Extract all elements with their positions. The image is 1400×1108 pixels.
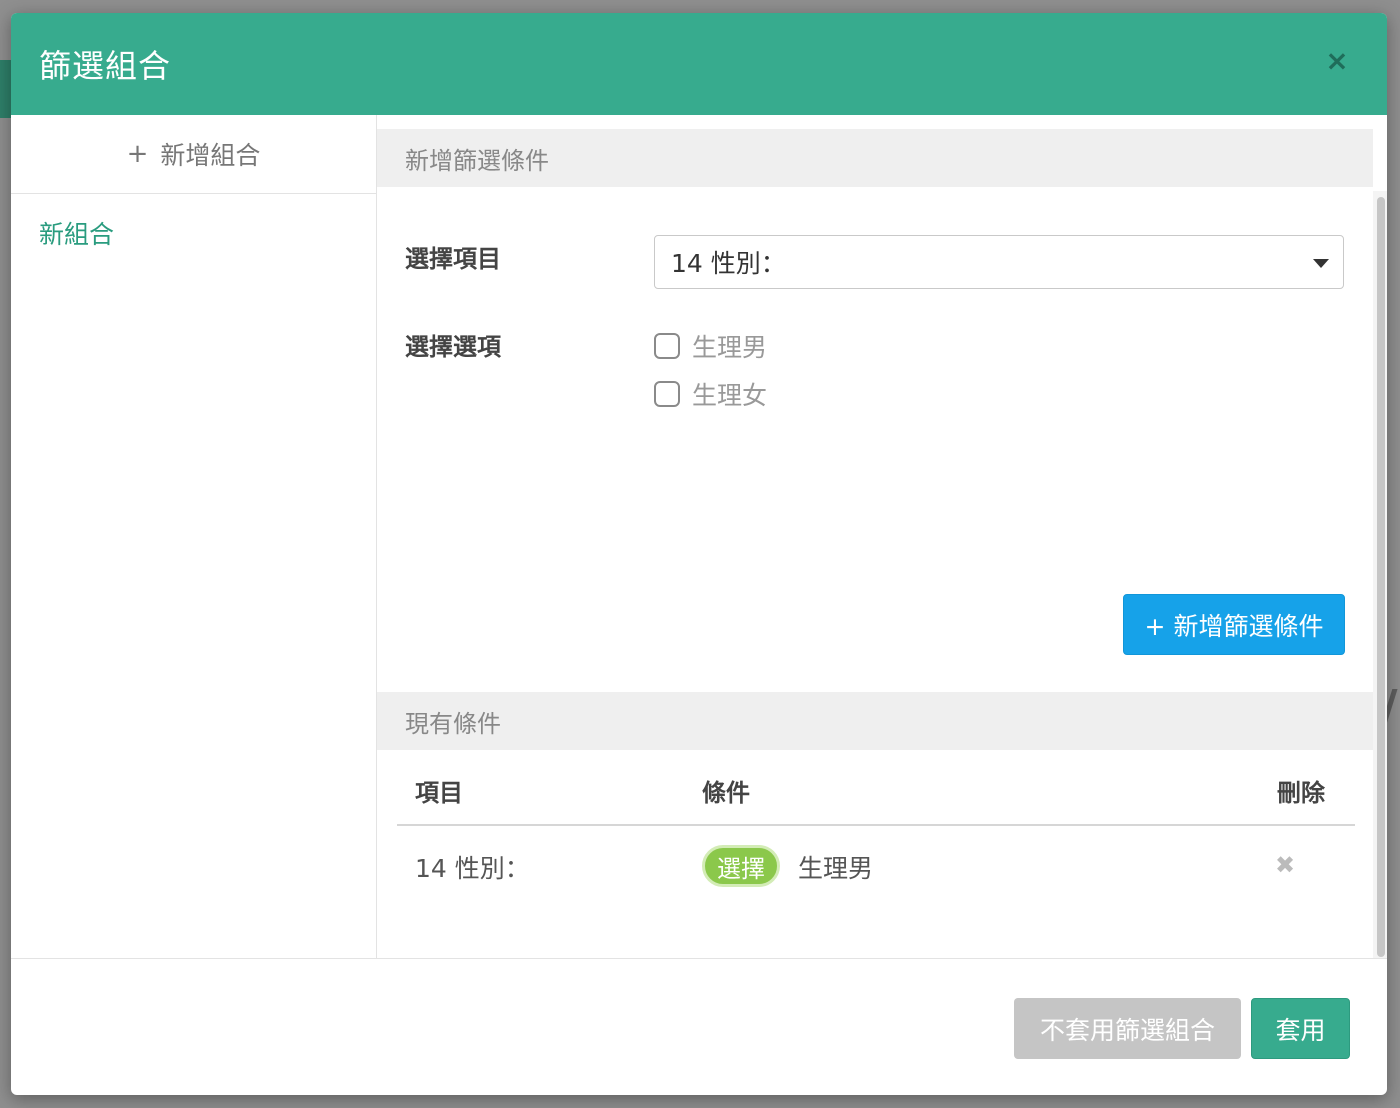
- table-divider: [397, 824, 1355, 826]
- condition-row-value: 生理男: [798, 854, 874, 883]
- add-condition-section-header: 新增篩選條件: [377, 129, 1373, 187]
- apply-button[interactable]: 套用: [1251, 998, 1350, 1059]
- add-combination-label: 新增組合: [160, 141, 261, 170]
- combination-sidebar: + 新增組合 新組合: [11, 115, 377, 958]
- modal-title: 篩選組合: [39, 47, 172, 85]
- checkbox-icon[interactable]: [654, 381, 680, 407]
- item-select[interactable]: 14 性別：: [654, 235, 1344, 289]
- delete-icon[interactable]: ✖: [1275, 851, 1295, 879]
- plus-icon: +: [126, 139, 149, 169]
- column-header-condition: 條件: [702, 779, 750, 807]
- column-header-delete: 刪除: [1277, 779, 1325, 807]
- option-checkbox-male[interactable]: 生理男: [654, 328, 767, 364]
- select-option-label: 選擇選項: [405, 333, 501, 361]
- add-combination-button[interactable]: + 新增組合: [11, 115, 376, 194]
- column-header-item: 項目: [415, 779, 463, 807]
- dont-apply-filter-button[interactable]: 不套用篩選組合: [1014, 998, 1241, 1059]
- option-checkbox-female[interactable]: 生理女: [654, 376, 767, 412]
- add-condition-button[interactable]: + 新增篩選條件: [1123, 594, 1345, 655]
- main-panel: 新增篩選條件 選擇項目 14 性別： 選擇選項 生理男 生理女 + 新增篩選條件…: [377, 115, 1387, 958]
- sidebar-item-new-combination[interactable]: 新組合: [39, 215, 114, 251]
- modal-header: 篩選組合 ×: [11, 13, 1387, 115]
- option-label: 生理男: [692, 333, 768, 362]
- condition-row-item: 14 性別：: [415, 854, 530, 883]
- caret-down-icon: [1313, 259, 1329, 268]
- modal-footer: 不套用篩選組合 套用: [11, 958, 1387, 1095]
- existing-conditions-section-header: 現有條件: [377, 692, 1373, 750]
- select-item-label: 選擇項目: [405, 245, 501, 273]
- scrollbar-thumb[interactable]: [1377, 197, 1385, 957]
- close-icon[interactable]: ×: [1325, 47, 1349, 75]
- item-select-value: 14 性別：: [671, 249, 786, 278]
- filter-combination-modal: 篩選組合 × + 新增組合 新組合 新增篩選條件 選擇項目 14 性別： 選擇選…: [11, 13, 1387, 1095]
- checkbox-icon[interactable]: [654, 333, 680, 359]
- option-label: 生理女: [692, 381, 768, 410]
- condition-type-badge: 選擇: [702, 845, 780, 887]
